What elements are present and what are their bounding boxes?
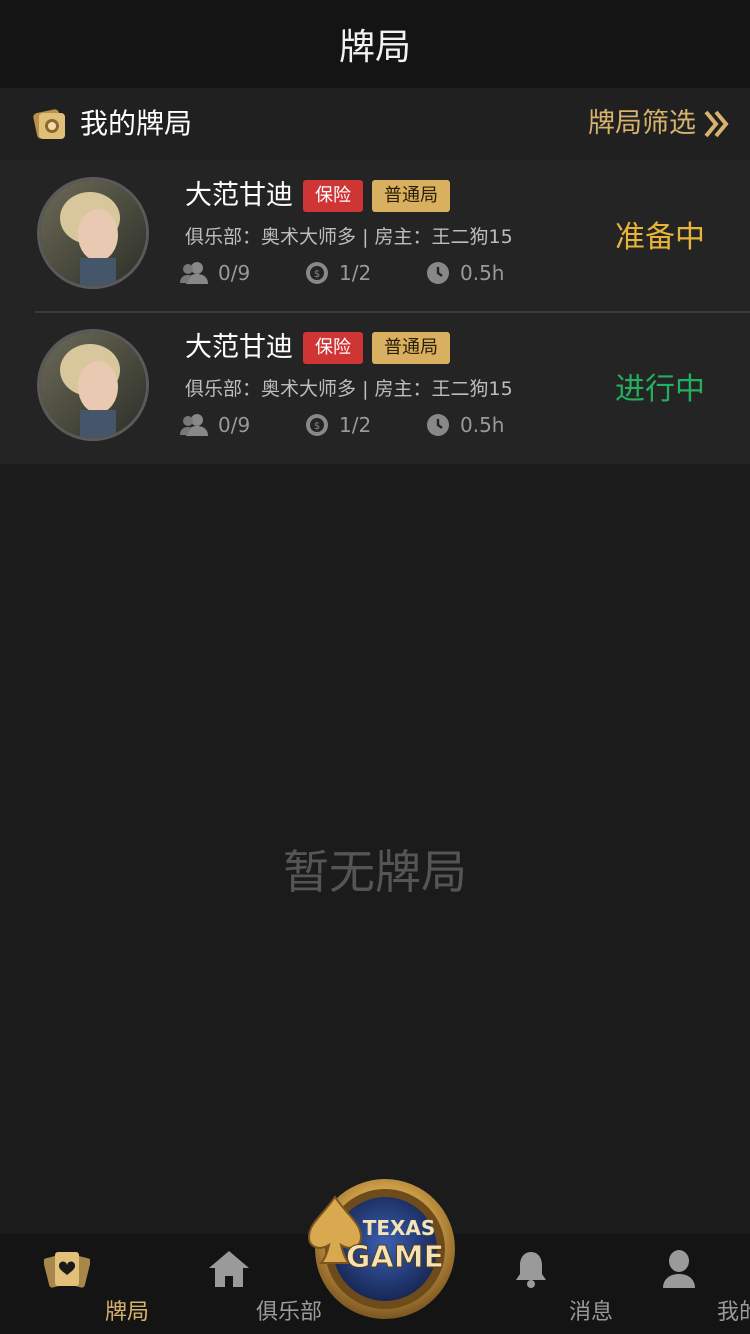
logo-text-game: GAME <box>346 1240 444 1275</box>
players-count: 0/9 <box>218 413 251 437</box>
game-name: 大范甘迪 <box>185 180 293 211</box>
players-icon <box>180 262 208 284</box>
duration-value: 0.5h <box>460 261 505 285</box>
duration-stat: 0.5h <box>426 408 504 442</box>
game-type-tag: 普通局 <box>372 180 450 212</box>
game-status: 准备中 <box>615 220 705 255</box>
game-filter-button[interactable]: 牌局筛选 <box>588 104 732 144</box>
logo-text-texas: TEXAS <box>363 1216 436 1240</box>
double-chevron-right-icon <box>704 110 729 138</box>
bell-icon <box>516 1252 546 1288</box>
game-stats: 0/9 $ 1/2 0.5h <box>180 408 580 442</box>
game-meta: 俱乐部：奥术大师多 | 房主：王二狗15 <box>185 222 513 252</box>
duration-value: 0.5h <box>460 413 505 437</box>
club-label: 俱乐部： <box>185 378 262 400</box>
players-stat: 0/9 <box>180 408 250 442</box>
tab-me[interactable]: 我的 <box>619 1234 750 1334</box>
game-filter-label: 牌局筛选 <box>588 108 696 139</box>
meta-separator: | <box>362 378 369 400</box>
game-meta: 俱乐部：奥术大师多 | 房主：王二狗15 <box>185 374 513 404</box>
host-label: 房主： <box>374 226 432 248</box>
players-count: 0/9 <box>218 261 251 285</box>
meta-separator: | <box>362 226 369 248</box>
chip-icon: $ <box>306 262 328 284</box>
home-icon <box>209 1251 249 1287</box>
game-type-tag: 普通局 <box>372 332 450 364</box>
game-card[interactable]: 大范甘迪 保险 普通局 俱乐部：奥术大师多 | 房主：王二狗15 0/9 $ 1… <box>0 312 750 464</box>
top-bar: 牌局 <box>0 0 750 88</box>
host-name: 王二狗15 <box>431 226 513 248</box>
my-games-label: 我的牌局 <box>80 107 193 140</box>
game-stats: 0/9 $ 1/2 0.5h <box>180 256 580 290</box>
clock-icon <box>427 262 449 284</box>
blinds-stat: $ 1/2 <box>305 256 371 290</box>
game-status: 进行中 <box>615 372 705 407</box>
tab-games[interactable]: 牌局 <box>7 1234 149 1334</box>
club-name: 奥术大师多 <box>261 378 357 400</box>
club-name: 奥术大师多 <box>261 226 357 248</box>
chip-icon: $ <box>306 414 328 436</box>
players-stat: 0/9 <box>180 256 250 290</box>
tab-me-label: 我的 <box>716 1300 750 1325</box>
game-name: 大范甘迪 <box>185 332 293 363</box>
game-list: 大范甘迪 保险 普通局 俱乐部：奥术大师多 | 房主：王二狗15 0/9 $ 1… <box>0 160 750 464</box>
game-card[interactable]: 大范甘迪 保险 普通局 俱乐部：奥术大师多 | 房主：王二狗15 0/9 $ 1… <box>0 160 750 313</box>
blinds-value: 1/2 <box>339 413 372 437</box>
host-label: 房主： <box>374 378 432 400</box>
games-camera-icon <box>33 109 65 139</box>
blinds-value: 1/2 <box>339 261 372 285</box>
host-name: 王二狗15 <box>431 378 513 400</box>
my-games-header: 我的牌局 牌局筛选 <box>0 88 750 160</box>
svg-text:$: $ <box>314 269 320 280</box>
clock-icon <box>427 414 449 436</box>
players-icon <box>180 414 208 436</box>
empty-state-text: 暂无牌局 <box>283 845 467 899</box>
insurance-tag: 保险 <box>303 180 363 212</box>
club-label: 俱乐部： <box>185 226 262 248</box>
avatar <box>37 177 149 289</box>
user-icon <box>663 1250 695 1288</box>
svg-text:$: $ <box>314 421 320 432</box>
page-title: 牌局 <box>338 27 411 68</box>
tab-club[interactable]: 俱乐部 <box>169 1234 322 1334</box>
tab-messages[interactable]: 消息 <box>471 1234 613 1334</box>
cards-icon <box>44 1252 90 1288</box>
duration-stat: 0.5h <box>426 256 504 290</box>
texas-game-logo-button[interactable]: TEXAS GAME <box>305 1175 457 1325</box>
insurance-tag: 保险 <box>303 332 363 364</box>
avatar <box>37 329 149 441</box>
texas-game-logo: TEXAS GAME <box>307 1179 455 1319</box>
blinds-stat: $ 1/2 <box>305 408 371 442</box>
